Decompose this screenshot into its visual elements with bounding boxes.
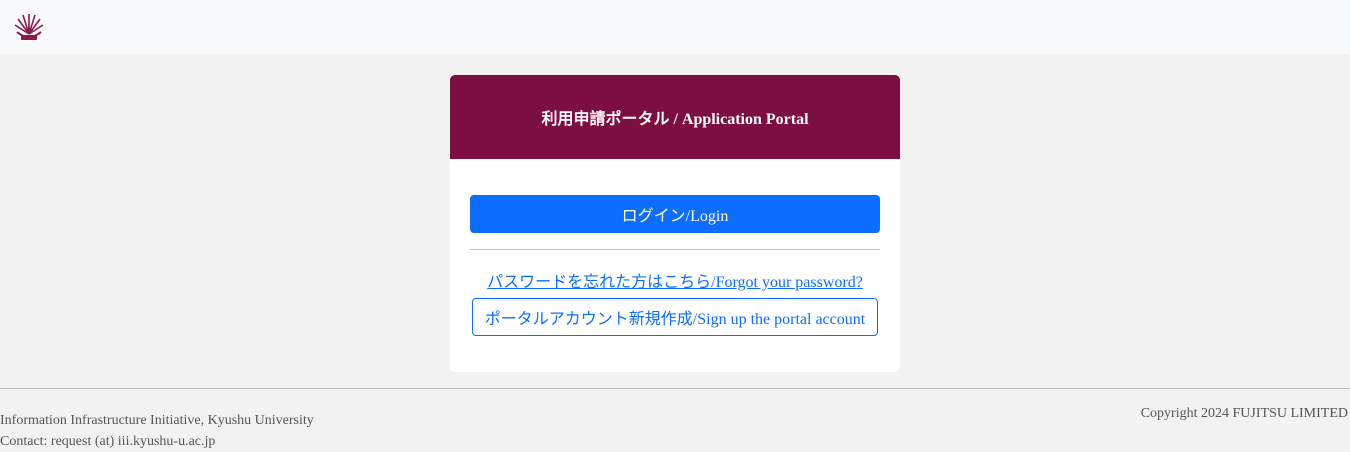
card-header: 利用申請ポータル / Application Portal	[450, 75, 900, 159]
page-title: 利用申請ポータル / Application Portal	[541, 111, 809, 128]
signup-button[interactable]: ポータルアカウント新規作成/Sign up the portal account	[472, 298, 878, 336]
top-navbar	[0, 0, 1350, 54]
login-button[interactable]: ログイン/Login	[470, 195, 880, 233]
card-body: ログイン/Login パスワードを忘れた方はこちら/Forgot your pa…	[450, 159, 900, 372]
footer-info: Information Infrastructure Initiative, K…	[0, 410, 314, 452]
portal-card: 利用申請ポータル / Application Portal ログイン/Login…	[450, 75, 900, 372]
footer-divider	[0, 388, 1350, 389]
forgot-password-link[interactable]: パスワードを忘れた方はこちら/Forgot your password?	[450, 268, 900, 292]
footer-copyright: Copyright 2024 FUJITSU LIMITED	[1140, 406, 1348, 421]
divider	[470, 249, 880, 250]
kyushu-university-logo-icon[interactable]	[12, 10, 46, 44]
footer-org: Information Infrastructure Initiative, K…	[0, 413, 314, 428]
footer-contact: Contact: request (at) iii.kyushu-u.ac.jp	[0, 434, 216, 449]
